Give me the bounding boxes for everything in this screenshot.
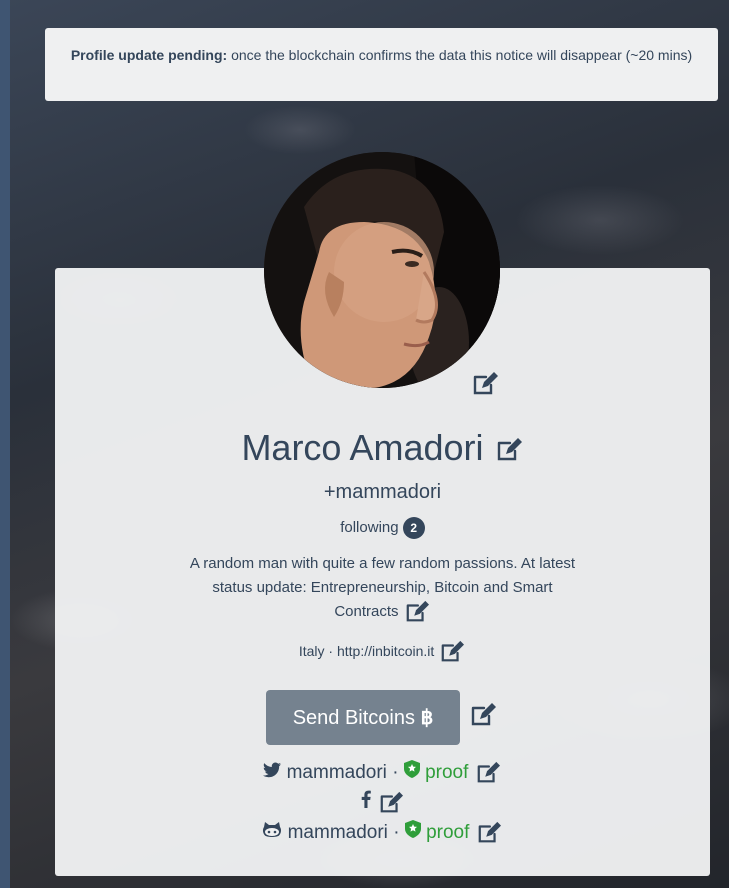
account-row-facebook [55,788,710,818]
edit-bio-icon[interactable] [403,600,431,624]
website-link[interactable]: http://inbitcoin.it [337,643,434,659]
pending-update-notice: Profile update pending: once the blockch… [45,28,718,101]
separator: · [392,762,399,784]
verified-shield-icon [403,758,420,788]
separator: · [393,822,400,844]
left-edge-strip [0,0,10,888]
send-bitcoins-button[interactable]: Send Bitcoins ฿ [266,690,460,745]
following-label[interactable]: following [340,519,398,536]
account-row-twitter: mammadori · proof [55,758,710,788]
twitter-icon[interactable] [263,758,282,788]
profile-bio: A random man with quite a few random pas… [180,552,585,624]
notice-title: Profile update pending: [70,47,228,63]
github-username[interactable]: mammadori [288,822,388,843]
bitcoin-icon: ฿ [420,707,434,730]
profile-name: Marco Amadori [241,427,484,468]
separator: · [328,643,334,659]
edit-avatar-icon[interactable] [471,371,499,397]
github-icon[interactable] [262,818,282,848]
location-text: Italy [298,643,325,659]
send-bitcoins-label: Send Bitcoins [292,707,415,729]
profile-handle: +mammadori [323,481,442,503]
avatar [264,152,500,388]
edit-github-icon[interactable] [475,821,503,845]
github-proof-link[interactable]: proof [426,822,469,843]
verified-shield-icon [404,818,421,848]
edit-name-icon[interactable] [494,437,524,463]
following-row: following 2 [55,517,710,540]
twitter-username[interactable]: mammadori [287,762,387,783]
facebook-icon[interactable] [360,788,372,818]
profile-name-row: Marco Amadori [55,426,710,470]
following-count-badge[interactable]: 2 [402,517,425,540]
bio-text: A random man with quite a few random pas… [189,555,576,620]
location-website-row: Italy · http://inbitcoin.it [55,639,710,664]
edit-facebook-icon[interactable] [377,791,405,815]
account-row-github: mammadori · proof [55,818,710,848]
twitter-proof-link[interactable]: proof [425,762,468,783]
notice-text: once the blockchain confirms the data th… [231,47,693,63]
edit-twitter-icon[interactable] [474,761,502,785]
edit-location-icon[interactable] [438,640,466,664]
edit-wallet-icon[interactable] [468,702,498,728]
